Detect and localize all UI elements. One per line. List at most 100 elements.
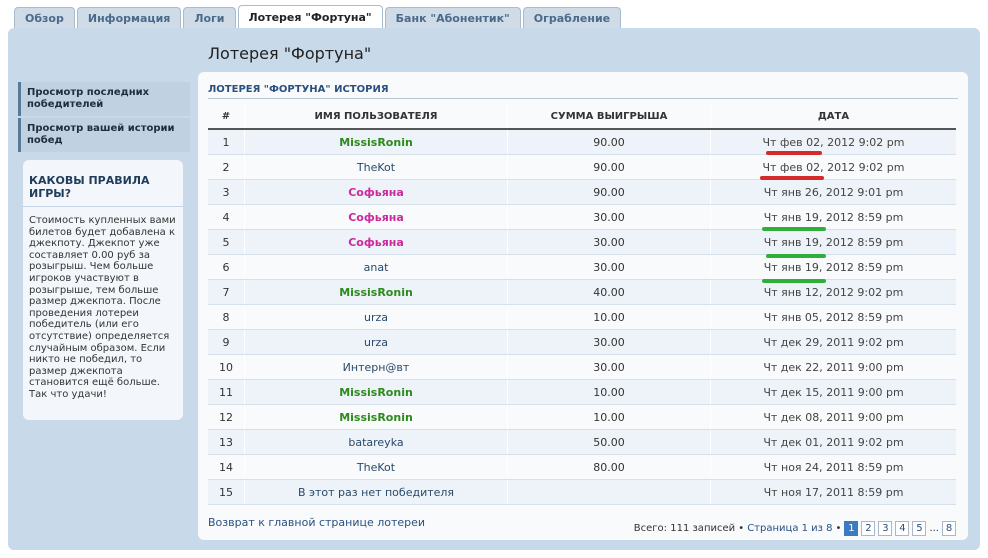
- row-user: MissisRonin: [244, 404, 508, 430]
- col-sum-header: СУММА ВЫИГРЫША: [507, 104, 711, 130]
- tab-overview[interactable]: Обзор: [14, 7, 75, 30]
- row-user: Софьяна: [244, 229, 508, 255]
- username-link[interactable]: Софьяна: [348, 236, 404, 249]
- green-underline-2: [766, 254, 826, 258]
- row-date: Чт фев 02, 2012 9:02 pm: [710, 129, 956, 155]
- tab-robbery[interactable]: Ограбление: [522, 7, 622, 30]
- table-row: 8 urza 10.00 Чт янв 05, 2012 8:59 pm: [208, 304, 956, 330]
- row-user: TheKot: [244, 154, 508, 180]
- table-row: 3 Софьяна 90.00 Чт янв 26, 2012 9:01 pm: [208, 179, 956, 205]
- page-indicator[interactable]: Страница 1 из 8: [747, 523, 832, 534]
- page-1[interactable]: 1: [844, 521, 859, 536]
- row-date: Чт дек 01, 2011 9:02 pm: [710, 429, 956, 455]
- top-tabs: Обзор Информация Логи Лотерея "Фортуна" …: [14, 5, 622, 30]
- row-sum: 30.00: [507, 329, 711, 355]
- rules-title: КАКОВЫ ПРАВИЛА ИГРЫ?: [23, 160, 183, 207]
- row-date: Чт дек 15, 2011 9:00 pm: [710, 379, 956, 405]
- history-title: ЛОТЕРЕЯ "ФОРТУНА" ИСТОРИЯ: [208, 84, 389, 95]
- tab-bank[interactable]: Банк "Абонентик": [384, 7, 521, 30]
- col-user-header: ИМЯ ПОЛЬЗОВАТЕЛЯ: [244, 104, 508, 130]
- row-date: Чт янв 26, 2012 9:01 pm: [710, 179, 956, 205]
- username-link[interactable]: TheKot: [357, 161, 395, 174]
- page-last[interactable]: 8: [942, 521, 956, 536]
- table-row: 11 MissisRonin 10.00 Чт дек 15, 2011 9:00 p…: [208, 379, 956, 405]
- table-row: 12 MissisRonin 10.00 Чт дек 08, 2011 9:00 p…: [208, 404, 956, 430]
- row-user: batareyka: [244, 429, 508, 455]
- row-user: MissisRonin: [244, 379, 508, 405]
- username-link[interactable]: Интерн@вт: [343, 361, 410, 374]
- row-sum: 90.00: [507, 179, 711, 205]
- row-number: 11: [208, 379, 245, 405]
- username-link[interactable]: MissisRonin: [339, 386, 413, 399]
- col-num-header: #: [208, 104, 245, 130]
- username-link[interactable]: MissisRonin: [339, 136, 413, 149]
- row-date: Чт янв 19, 2012 8:59 pm: [710, 254, 956, 280]
- red-underline-1: [766, 151, 822, 155]
- username-link: В этот раз нет победителя: [297, 485, 455, 499]
- row-date: Чт янв 12, 2012 9:02 pm: [710, 279, 956, 305]
- page-2[interactable]: 2: [861, 521, 876, 536]
- table-row: 7 MissisRonin 40.00 Чт янв 12, 2012 9:02 pm: [208, 279, 956, 305]
- table-row: 14 TheKot 80.00 Чт ноя 24, 2011 8:59 pm: [208, 454, 956, 480]
- pager-ellipsis: ...: [929, 523, 939, 534]
- row-user: MissisRonin: [244, 129, 508, 155]
- row-user: В этот раз нет победителя: [244, 479, 508, 505]
- row-user: anat: [244, 254, 508, 280]
- row-date: Чт фев 02, 2012 9:02 pm: [710, 154, 956, 180]
- pager-bullet: •: [835, 523, 842, 534]
- history-rows: 1 MissisRonin 90.00 Чт фев 02, 2012 9:02 pm…: [208, 129, 956, 505]
- table-row: 1 MissisRonin 90.00 Чт фев 02, 2012 9:02 pm: [208, 129, 956, 155]
- red-underline-2: [760, 176, 824, 180]
- pagination: Всего: 111 записей • Страница 1 из 8 • 1…: [634, 521, 956, 536]
- username-link[interactable]: MissisRonin: [339, 411, 413, 424]
- row-date: Чт ноя 17, 2011 8:59 pm: [710, 479, 956, 505]
- rules-box: КАКОВЫ ПРАВИЛА ИГРЫ? Стоимость купленных…: [23, 160, 183, 420]
- row-user: urza: [244, 304, 508, 330]
- divider: [208, 98, 958, 99]
- row-date: Чт дек 22, 2011 9:00 pm: [710, 354, 956, 380]
- page-3[interactable]: 3: [878, 521, 893, 536]
- left-nav: Просмотр последних победителей Просмотр …: [18, 82, 190, 154]
- username-link[interactable]: MissisRonin: [339, 286, 413, 299]
- green-underline-3: [762, 279, 826, 283]
- row-date: Чт дек 29, 2011 9:02 pm: [710, 329, 956, 355]
- page-5[interactable]: 5: [912, 521, 927, 536]
- username-link[interactable]: urza: [364, 336, 388, 349]
- row-sum: 50.00: [507, 429, 711, 455]
- row-number: 1: [208, 129, 245, 155]
- row-number: 6: [208, 254, 245, 280]
- row-number: 7: [208, 279, 245, 305]
- row-number: 14: [208, 454, 245, 480]
- row-sum: 10.00: [507, 379, 711, 405]
- row-number: 5: [208, 229, 245, 255]
- row-sum: 30.00: [507, 254, 711, 280]
- username-link[interactable]: Софьяна: [348, 211, 404, 224]
- row-sum: 40.00: [507, 279, 711, 305]
- back-to-lottery-link[interactable]: Возврат к главной странице лотереи: [208, 516, 425, 529]
- nav-recent-winners[interactable]: Просмотр последних победителей: [18, 82, 190, 116]
- tab-info[interactable]: Информация: [76, 7, 182, 30]
- row-user: urza: [244, 329, 508, 355]
- row-user: Софьяна: [244, 179, 508, 205]
- username-link[interactable]: Софьяна: [348, 186, 404, 199]
- row-date: Чт янв 19, 2012 8:59 pm: [710, 204, 956, 230]
- username-link[interactable]: anat: [364, 261, 389, 274]
- page-4[interactable]: 4: [895, 521, 910, 536]
- row-number: 9: [208, 329, 245, 355]
- row-number: 12: [208, 404, 245, 430]
- tab-lottery[interactable]: Лотерея "Фортуна": [237, 5, 383, 30]
- nav-my-history[interactable]: Просмотр вашей истории побед: [18, 118, 190, 152]
- row-number: 8: [208, 304, 245, 330]
- username-link[interactable]: TheKot: [357, 461, 395, 474]
- table-row: 10 Интерн@вт 30.00 Чт дек 22, 2011 9:00 pm: [208, 354, 956, 380]
- username-link[interactable]: urza: [364, 311, 388, 324]
- table-row: 6 anat 30.00 Чт янв 19, 2012 8:59 pm: [208, 254, 956, 280]
- history-panel: ЛОТЕРЕЯ "ФОРТУНА" ИСТОРИЯ # ИМЯ ПОЛЬЗОВА…: [198, 72, 968, 540]
- page-title: Лотерея "Фортуна": [208, 44, 372, 63]
- username-link[interactable]: batareyka: [348, 436, 403, 449]
- row-sum: 30.00: [507, 229, 711, 255]
- table-row: 2 TheKot 90.00 Чт фев 02, 2012 9:02 pm: [208, 154, 956, 180]
- row-sum: 80.00: [507, 454, 711, 480]
- row-user: Софьяна: [244, 204, 508, 230]
- tab-logs[interactable]: Логи: [183, 7, 236, 30]
